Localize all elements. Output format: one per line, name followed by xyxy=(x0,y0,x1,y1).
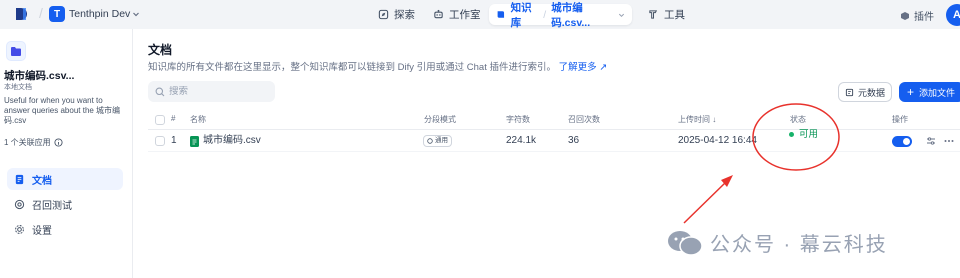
chunk-mode-badge: 通用 xyxy=(423,135,452,147)
col-name: 名称 xyxy=(190,115,206,124)
book-icon xyxy=(497,11,505,18)
linked-apps[interactable]: 1 个关联应用 xyxy=(4,137,63,148)
dify-logo-icon[interactable] xyxy=(14,6,30,22)
nav-studio-label: 工作室 xyxy=(449,9,481,21)
status-label: 可用 xyxy=(799,129,819,140)
user-avatar[interactable]: A xyxy=(946,4,960,26)
row-index: 1 xyxy=(171,135,177,146)
learn-more-link[interactable]: 了解更多 ↗ xyxy=(559,62,608,73)
nav-explore-label: 探索 xyxy=(394,9,415,21)
sidebar-item-label: 设置 xyxy=(32,225,52,237)
watermark: 公众号 · 幕云科技 xyxy=(666,228,888,257)
col-index: # xyxy=(171,114,176,123)
breadcrumb-separator: / xyxy=(39,5,43,21)
plugins-label: 插件 xyxy=(914,12,934,23)
wechat-icon xyxy=(668,230,703,256)
nav-separator: / xyxy=(543,8,547,21)
target-icon xyxy=(14,199,25,209)
sidebar-item-label: 文档 xyxy=(32,175,52,187)
metadata-button[interactable]: 元数据 xyxy=(838,82,892,102)
add-file-button-label: 添加文件 xyxy=(919,87,956,98)
sidebar-item-retrieval-test[interactable]: 召回测试 xyxy=(7,193,123,215)
csv-file-icon xyxy=(190,136,199,147)
workspace-name: Tenthpin Dev xyxy=(69,8,131,20)
document-icon xyxy=(15,174,24,184)
sidebar-item-settings[interactable]: 设置 xyxy=(7,218,123,240)
search-icon xyxy=(155,87,165,96)
row-chars: 224.1k xyxy=(506,135,537,146)
search-input[interactable] xyxy=(169,86,269,97)
chevron-down-icon xyxy=(133,12,140,17)
dataset-type: 本地文档 xyxy=(4,84,32,91)
row-checkbox[interactable] xyxy=(155,136,165,146)
cube-icon xyxy=(901,11,909,20)
enable-toggle[interactable] xyxy=(892,136,912,147)
top-bar: / T Tenthpin Dev 探索 工作室 知识库 / 城市编码.csv..… xyxy=(0,0,960,29)
table-row[interactable]: 1 城市编码.csv 通用 224.1k 36 2025-04-12 16:44… xyxy=(148,130,960,152)
hammer-icon xyxy=(649,10,658,19)
page-description: 知识库的所有文件都在这里显示，整个知识库都可以链接到 Dify 引用或通过 Ch… xyxy=(148,59,607,73)
workspace-switcher[interactable]: Tenthpin Dev xyxy=(69,8,140,20)
add-file-button[interactable]: + 添加文件 xyxy=(899,82,960,102)
nav-tools-label: 工具 xyxy=(664,9,685,21)
robot-icon xyxy=(434,9,443,19)
general-mode-icon xyxy=(427,138,433,144)
page-description-text: 知识库的所有文件都在这里显示，整个知识库都可以链接到 Dify 引用或通过 Ch… xyxy=(148,62,556,73)
sidebar-item-label: 召回测试 xyxy=(32,200,72,212)
nav-knowledge-label: 知识库 xyxy=(510,1,532,29)
chunk-mode-label: 通用 xyxy=(435,136,448,144)
metadata-button-label: 元数据 xyxy=(857,87,885,98)
nav-knowledge-current-dataset[interactable]: 城市编码.csv... xyxy=(551,0,613,30)
sidebar-item-documents[interactable]: 文档 xyxy=(7,168,123,190)
workspace-avatar[interactable]: T xyxy=(49,6,65,22)
settings-sliders-icon[interactable] xyxy=(926,136,936,146)
table-header: # 名称 分段模式 字符数 召回次数 上传时间 ↓ 状态 操作 xyxy=(148,112,960,130)
watermark-text: 公众号 · 幕云科技 xyxy=(710,234,888,256)
nav-tools[interactable]: 工具 xyxy=(641,4,692,25)
col-chunk-mode: 分段模式 xyxy=(424,115,456,124)
row-upload-time: 2025-04-12 16:44 xyxy=(678,135,757,146)
gear-icon xyxy=(15,224,24,234)
col-recall: 召回次数 xyxy=(568,115,600,124)
folder-icon xyxy=(11,46,21,56)
col-status: 状态 xyxy=(790,115,806,124)
nav-studio[interactable]: 工作室 xyxy=(426,4,488,25)
info-icon xyxy=(54,138,63,147)
chevron-down-icon[interactable] xyxy=(618,11,625,19)
status-badge: 可用 xyxy=(789,130,818,140)
status-dot xyxy=(789,132,794,138)
row-recall: 36 xyxy=(568,135,580,146)
nav-explore[interactable]: 探索 xyxy=(371,4,422,25)
col-chars: 字符数 xyxy=(506,115,530,124)
col-upload-time[interactable]: 上传时间 ↓ xyxy=(678,114,716,125)
metadata-icon xyxy=(845,88,854,96)
row-name[interactable]: 城市编码.csv xyxy=(203,130,261,152)
sidebar: 城市编码.csv... 本地文档 Useful for when you wan… xyxy=(0,29,133,278)
nav-knowledge[interactable]: 知识库 / 城市编码.csv... xyxy=(489,2,632,29)
dataset-description: Useful for when you want to answer queri… xyxy=(4,96,121,125)
learn-more-label: 了解更多 xyxy=(558,62,597,73)
dataset-icon xyxy=(6,41,26,61)
more-options-icon[interactable] xyxy=(944,139,954,143)
plugins-button[interactable]: 插件 xyxy=(900,8,934,23)
col-actions: 操作 xyxy=(892,115,908,124)
search-box[interactable] xyxy=(148,81,275,102)
dataset-name: 城市编码.csv... xyxy=(4,70,75,82)
page-title: 文档 xyxy=(148,43,173,57)
linked-apps-label: 1 个关联应用 xyxy=(4,138,51,147)
select-all-checkbox[interactable] xyxy=(155,115,165,125)
plus-icon: + xyxy=(907,85,915,99)
compass-icon xyxy=(378,9,389,20)
